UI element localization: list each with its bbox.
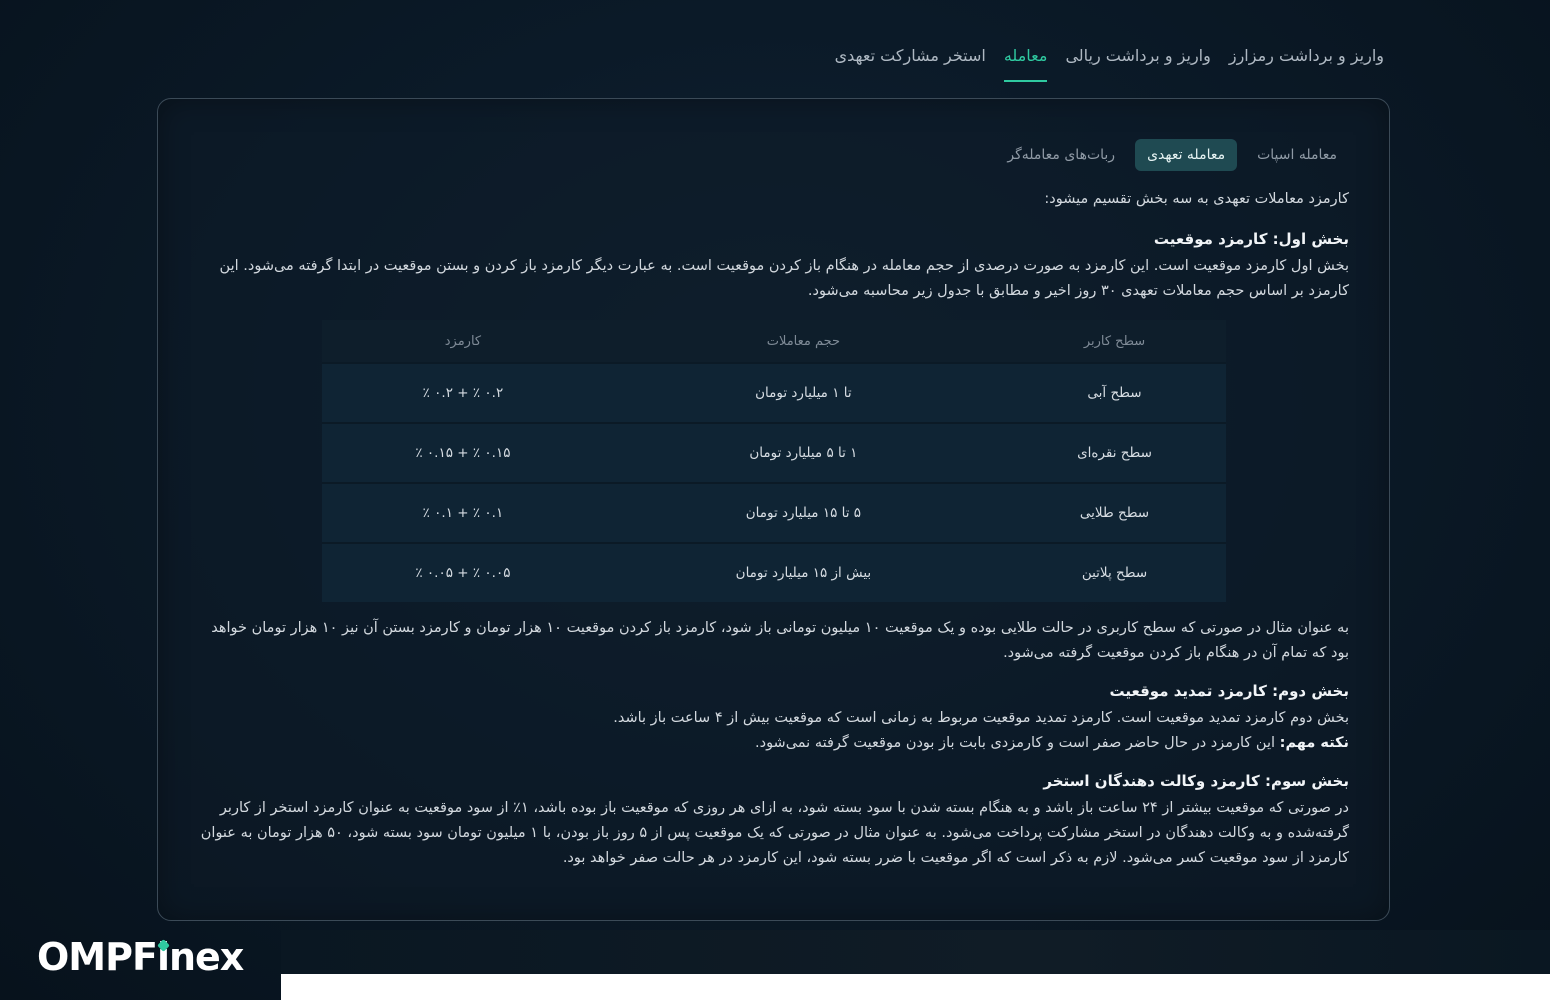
cell-volume: تا ۱ میلیارد تومان (603, 362, 1003, 423)
bottom-strip (281, 930, 1550, 974)
table-row: سطح پلاتین بیش از ۱۵ میلیارد تومان ٪ ۰.۰… (322, 542, 1226, 602)
tab-crypto-deposit[interactable]: واریز و برداشت رمزارز (1229, 40, 1384, 82)
cell-volume: ۱ تا ۵ میلیارد تومان (603, 422, 1003, 483)
logo-part3: nex (168, 935, 244, 979)
trade-sub-tabs: معامله اسپات معامله تعهدی ربات‌های معامل… (995, 139, 1349, 171)
cell-level: سطح آبی (1002, 362, 1226, 423)
cell-fee: ٪ ۰.۲ + ٪ ۰.۲ (322, 362, 604, 423)
logo-i: i (156, 935, 170, 979)
bottom-bar (281, 974, 1550, 1000)
example-text: به عنوان مثال در صورتی که سطح کاربری در … (211, 620, 1349, 661)
note-label: نکته مهم: (1279, 735, 1349, 751)
note-paragraph: نکته مهم: این کارمزد در حال حاضر صفر است… (199, 731, 1349, 756)
subtab-spot[interactable]: معامله اسپات (1245, 139, 1349, 171)
tab-pool[interactable]: استخر مشارکت تعهدی (835, 40, 986, 82)
table-header-row: سطح کاربر حجم معاملات کارمزد (322, 320, 1226, 363)
header-user-level: سطح کاربر (1002, 320, 1226, 363)
header-volume: حجم معاملات (603, 320, 1003, 363)
tab-trade[interactable]: معامله (1003, 40, 1048, 82)
section3-text: در صورتی که موقعیت بیشتر از ۲۴ ساعت باز … (200, 800, 1349, 866)
subtab-bots[interactable]: ربات‌های معامله‌گر (995, 139, 1127, 171)
header-fee: کارمزد (322, 320, 604, 363)
section2-title: بخش دوم: کارمزد تمدید موقعیت (1109, 682, 1350, 700)
section3-title: بخش سوم: کارمزد وکالت دهندگان استخر (1043, 772, 1349, 790)
intro-text: کارمزد معاملات تعهدی به سه بخش تقسیم میش… (1044, 191, 1349, 207)
subtab-margin[interactable]: معامله تعهدی (1135, 139, 1238, 171)
section2-text: بخش دوم کارمزد تمدید موقعیت است. کارمزد … (613, 710, 1349, 726)
fee-table: سطح کاربر حجم معاملات کارمزد سطح آبی تا … (322, 320, 1226, 602)
ompfinex-logo: OMPFi nex (37, 935, 244, 979)
cell-volume: ۵ تا ۱۵ میلیارد تومان (603, 482, 1003, 543)
table-row: سطح نقره‌ای ۱ تا ۵ میلیارد تومان ٪ ۰.۱۵ … (322, 422, 1226, 483)
main-tabs: استخر مشارکت تعهدی معامله واریز و برداشت… (835, 40, 1384, 82)
cell-level: سطح پلاتین (1002, 542, 1226, 602)
tab-rial-deposit[interactable]: واریز و برداشت ریالی (1065, 40, 1210, 82)
section1-title: بخش اول: کارمزد موقعیت (1153, 230, 1349, 248)
fee-panel: معامله اسپات معامله تعهدی ربات‌های معامل… (157, 98, 1390, 921)
fee-content: کارمزد معاملات تعهدی به سه بخش تقسیم میش… (199, 187, 1349, 871)
logo-part1: OMPF (37, 935, 158, 979)
cell-fee: ٪ ۰.۱ + ٪ ۰.۱ (322, 482, 604, 543)
cell-volume: بیش از ۱۵ میلیارد تومان (603, 542, 1003, 602)
table-row: سطح طلایی ۵ تا ۱۵ میلیارد تومان ٪ ۰.۱ + … (322, 482, 1226, 543)
note-text: این کارمزد در حال حاضر صفر است و کارمزدی… (755, 735, 1280, 751)
cell-fee: ٪ ۰.۰۵ + ٪ ۰.۰۵ (322, 542, 604, 602)
cell-level: سطح نقره‌ای (1002, 422, 1226, 483)
cell-level: سطح طلایی (1002, 482, 1226, 543)
cell-fee: ٪ ۰.۱۵ + ٪ ۰.۱۵ (322, 422, 604, 483)
table-row: سطح آبی تا ۱ میلیارد تومان ٪ ۰.۲ + ٪ ۰.۲ (322, 362, 1226, 423)
section1-text: بخش اول کارمزد موقعیت است. این کارمزد به… (219, 258, 1349, 299)
